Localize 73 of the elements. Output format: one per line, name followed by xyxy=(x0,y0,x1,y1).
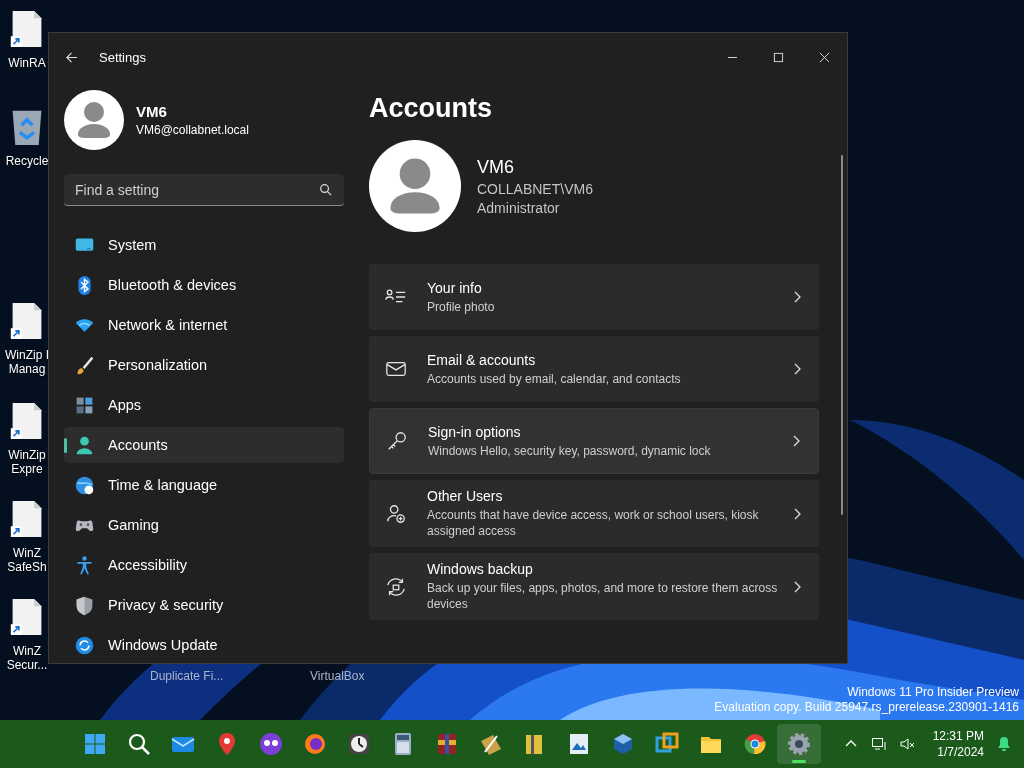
nav-item[interactable]: Time & language xyxy=(64,467,344,503)
evaluation-notice: Evaluation copy. Build 25947.rs_prerelease.230901-1416 xyxy=(714,700,1019,715)
nav-item[interactable]: Privacy & security xyxy=(64,587,344,623)
nav-item[interactable]: Network & internet xyxy=(64,307,344,343)
chevron-icon xyxy=(793,363,801,375)
desktop-icon-label[interactable]: WinRA xyxy=(8,56,46,70)
shield-icon xyxy=(74,594,95,616)
settings-card[interactable]: Your info Profile photo xyxy=(369,264,819,330)
desktop-icon-label[interactable]: WinZip xyxy=(8,448,46,462)
gear-icon[interactable] xyxy=(777,724,821,764)
desktop-icon-label[interactable]: SafeSh xyxy=(7,560,47,574)
search-field[interactable]: Find a setting xyxy=(64,174,344,206)
evaluation-notice: Windows 11 Pro Insider Preview xyxy=(847,685,1019,700)
card-title: Your info xyxy=(427,279,483,296)
settings-card[interactable]: Sign-in options Windows Hello, security key, password, dynamic lock xyxy=(369,408,819,474)
desktop-icon-label[interactable]: WinZ xyxy=(13,546,41,560)
desktop-icon-label[interactable]: WinZ xyxy=(13,644,41,658)
card-description: Accounts that have device access, work or school users, kiosk assigned access xyxy=(427,507,760,539)
card-description: Profile photo xyxy=(427,298,496,315)
card-description: Windows Hello, security key, password, dynamic lock xyxy=(428,442,712,459)
back-arrow-icon[interactable] xyxy=(65,50,78,64)
chevron-icon xyxy=(793,580,801,593)
account-domain: COLLABNET\VM6 xyxy=(477,180,593,197)
card-title: Sign-in options xyxy=(428,423,522,440)
avatar-icon xyxy=(369,140,461,232)
card-title: Email & accounts xyxy=(427,351,537,368)
settings-card[interactable]: Windows backup Back up your files, apps, photos, and more to restore them across devices xyxy=(369,553,819,620)
person-icon xyxy=(74,434,95,456)
person-add-icon xyxy=(385,502,407,525)
clock-time[interactable]: 12:31 PM xyxy=(932,728,984,744)
card-description: Back up your files, apps, photos, and more to restore them across devices xyxy=(427,580,779,612)
desktop-icon-label[interactable]: Manag xyxy=(8,362,46,376)
scrollbar[interactable] xyxy=(841,155,843,515)
globe-clock-icon xyxy=(74,474,95,496)
settings-card[interactable]: Email & accounts Accounts used by email, calendar, and contacts xyxy=(369,336,819,402)
settings-card[interactable]: Other Users Accounts that have device access, work or school users, kiosk assigned access xyxy=(369,480,819,547)
desktop-icon-label[interactable]: Expre xyxy=(11,462,43,476)
nav-item[interactable]: Accessibility xyxy=(64,547,344,583)
desktop-icon-label[interactable]: VirtualBox xyxy=(310,669,365,683)
account-name: VM6 xyxy=(477,156,515,178)
page-title: Accounts xyxy=(369,93,494,124)
desktop-icon-label[interactable]: Secur... xyxy=(6,658,48,672)
chevron-icon xyxy=(793,507,801,520)
avatar-icon[interactable] xyxy=(64,90,124,150)
user-email: VM6@collabnet.local xyxy=(136,123,249,137)
card-description: Accounts used by email, calendar, and contacts xyxy=(427,370,682,387)
nav-item[interactable]: Apps xyxy=(64,387,344,423)
key-icon xyxy=(386,430,408,452)
account-role: Administrator xyxy=(477,199,561,216)
nav-item[interactable]: Bluetooth & devices xyxy=(64,267,344,303)
search-icon[interactable] xyxy=(319,183,332,196)
backup-icon xyxy=(385,575,407,598)
speaker-muted-icon[interactable] xyxy=(898,736,915,752)
maximize-icon[interactable] xyxy=(773,51,784,63)
card-title: Windows backup xyxy=(427,561,534,577)
chevron-icon xyxy=(793,291,801,303)
desktop-icon-label[interactable]: Recycle xyxy=(5,154,49,168)
desktop-icon-label[interactable]: WinZip I xyxy=(5,348,49,362)
card-title: Other Users xyxy=(427,488,504,504)
nav-item[interactable]: Windows Update xyxy=(64,627,344,663)
nav-item[interactable]: Gaming xyxy=(64,507,344,543)
bell-icon[interactable] xyxy=(996,736,1012,752)
user-name: VM6 xyxy=(136,103,168,120)
desktop-icon-label[interactable]: Duplicate Fi... xyxy=(150,669,224,683)
chevron-icon xyxy=(792,435,800,447)
nav-item[interactable]: Accounts xyxy=(64,427,344,463)
clock-date[interactable]: 1/7/2024 xyxy=(937,744,984,760)
update-icon xyxy=(74,634,95,656)
nav-item[interactable]: System xyxy=(64,227,344,263)
network-icon[interactable] xyxy=(870,736,887,752)
nav-item[interactable]: Personalization xyxy=(64,347,344,383)
close-icon[interactable] xyxy=(819,51,830,63)
window-title: Settings xyxy=(99,49,146,65)
